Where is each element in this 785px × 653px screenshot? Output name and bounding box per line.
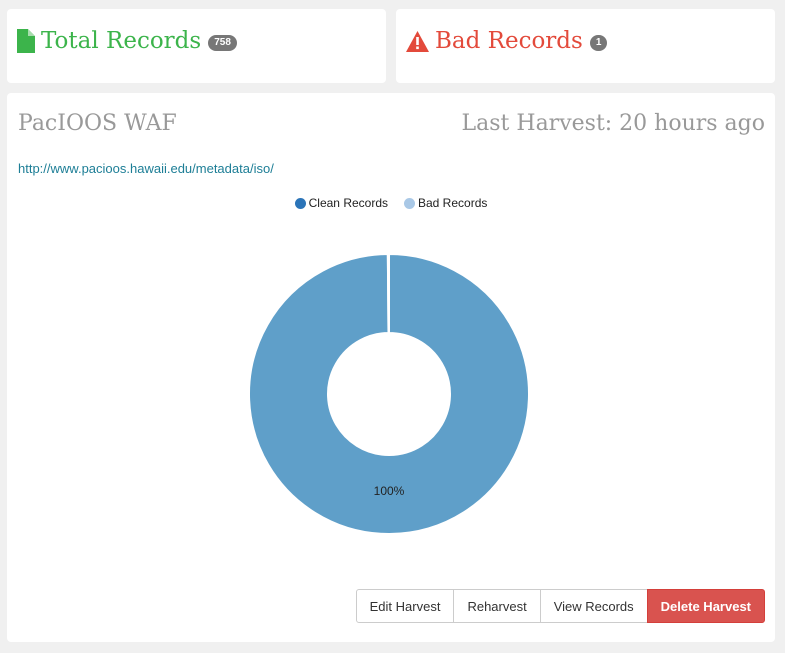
delete-harvest-button[interactable]: Delete Harvest: [646, 589, 765, 623]
bad-records-title: Bad Records 1: [406, 28, 608, 54]
records-donut-chart: 100%: [248, 252, 530, 535]
total-records-count: 758: [208, 35, 237, 51]
total-records-panel: Total Records 758: [7, 9, 386, 83]
slice-percent-label: 100%: [374, 484, 405, 498]
file-icon: [17, 29, 35, 53]
total-records-title: Total Records 758: [17, 28, 237, 54]
edit-harvest-button[interactable]: Edit Harvest: [355, 589, 455, 623]
donut-slice-bad-records[interactable]: [386, 252, 390, 335]
bad-records-label: Bad Records: [435, 28, 583, 54]
view-records-button[interactable]: View Records: [539, 589, 648, 623]
harvest-actions: Edit Harvest Reharvest View Records Dele…: [355, 589, 765, 623]
total-records-label: Total Records: [41, 28, 202, 54]
bad-records-count: 1: [589, 35, 608, 51]
warning-icon: [406, 30, 429, 52]
bad-records-panel: Bad Records 1: [396, 9, 775, 83]
harvest-panel: PacIOOS WAF Last Harvest: 20 hours ago h…: [7, 93, 775, 642]
reharvest-button[interactable]: Reharvest: [453, 589, 541, 623]
